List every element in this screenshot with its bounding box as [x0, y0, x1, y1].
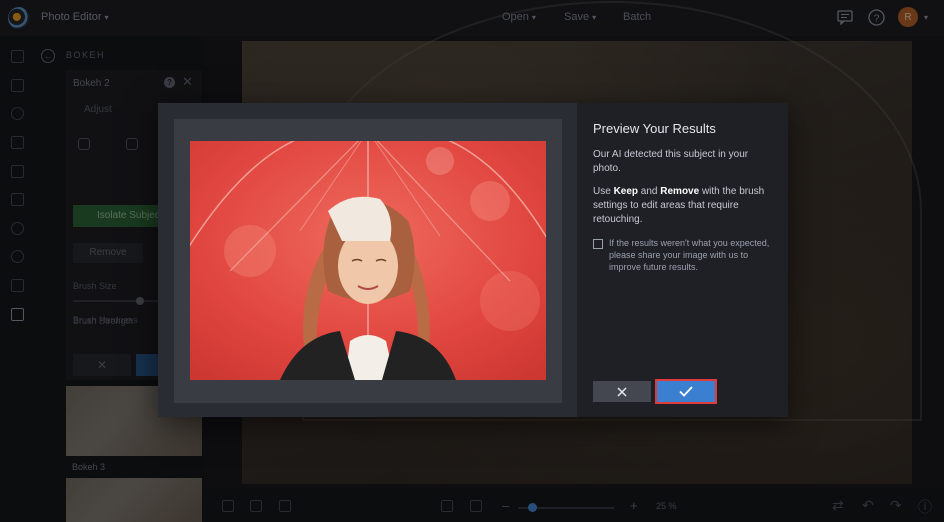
- preview-frame: [174, 119, 562, 403]
- close-icon: [617, 386, 627, 397]
- dialog-sidebar: Preview Your Results Our AI detected thi…: [577, 103, 788, 417]
- dialog-instructions: Use Keep and Remove with the brush setti…: [593, 185, 778, 227]
- dialog-intro: Our AI detected this subject in your pho…: [593, 149, 749, 174]
- preview-results-dialog: Preview Your Results Our AI detected thi…: [158, 103, 788, 417]
- preview-illustration: [190, 141, 546, 380]
- confirm-button[interactable]: [655, 379, 717, 404]
- feedback-text: If the results weren't what you expected…: [609, 238, 770, 272]
- cancel-button[interactable]: [593, 381, 651, 402]
- remove-label: Remove: [660, 186, 700, 197]
- feedback-checkbox[interactable]: [593, 239, 603, 249]
- instructions-pre: Use: [593, 186, 614, 197]
- check-icon: [679, 386, 693, 397]
- instructions-mid: and: [638, 186, 661, 197]
- keep-label: Keep: [613, 186, 639, 197]
- preview-image: [190, 141, 546, 380]
- dialog-title: Preview Your Results: [593, 121, 716, 136]
